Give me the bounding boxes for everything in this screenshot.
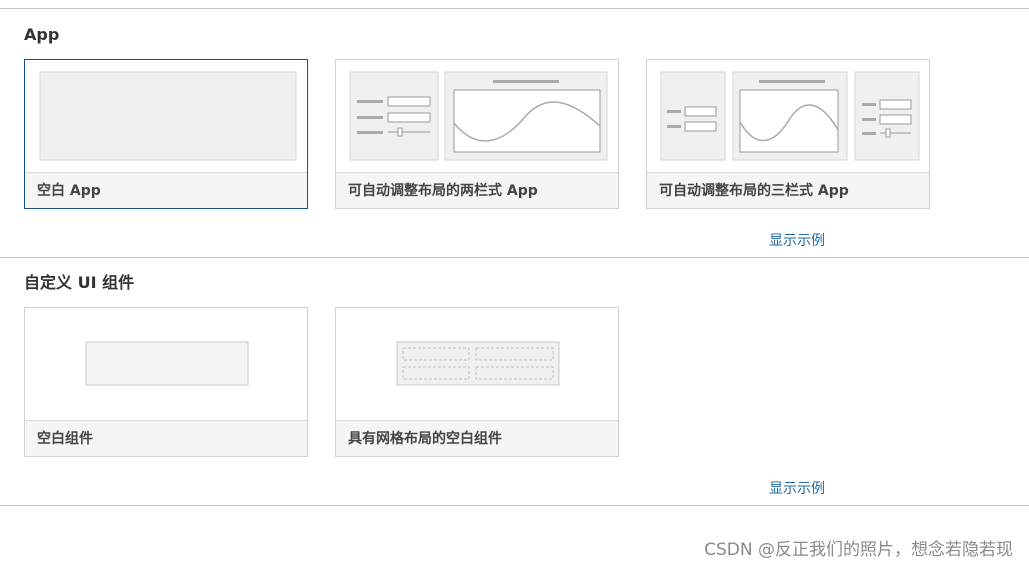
card-blank-app[interactable]: 空白 App [24,59,308,209]
section-title-app: App [24,25,60,44]
card-caption: 具有网格布局的空白组件 [336,420,618,456]
top-divider [0,8,1029,9]
show-example-link-app[interactable]: 显示示例 [769,232,825,250]
show-example-link-custom-ui[interactable]: 显示示例 [769,480,825,498]
section-divider [0,257,1029,258]
two-column-app-thumbnail [336,60,618,173]
blank-app-thumbnail [25,60,307,173]
card-caption: 空白组件 [25,420,307,456]
blank-component-thumbnail [25,308,307,421]
section-title-custom-ui: 自定义 UI 组件 [24,273,135,292]
card-blank-component[interactable]: 空白组件 [24,307,308,457]
card-caption: 可自动调整布局的两栏式 App [336,172,618,208]
grid-component-thumbnail [336,308,618,421]
card-caption: 空白 App [25,172,307,208]
card-two-column-app[interactable]: 可自动调整布局的两栏式 App [335,59,619,209]
bottom-divider [0,505,1029,506]
watermark-text: CSDN @反正我们的照片，想念若隐若现 [704,540,1013,560]
three-column-app-thumbnail [647,60,929,173]
card-caption: 可自动调整布局的三栏式 App [647,172,929,208]
card-three-column-app[interactable]: 可自动调整布局的三栏式 App [646,59,930,209]
card-grid-component[interactable]: 具有网格布局的空白组件 [335,307,619,457]
